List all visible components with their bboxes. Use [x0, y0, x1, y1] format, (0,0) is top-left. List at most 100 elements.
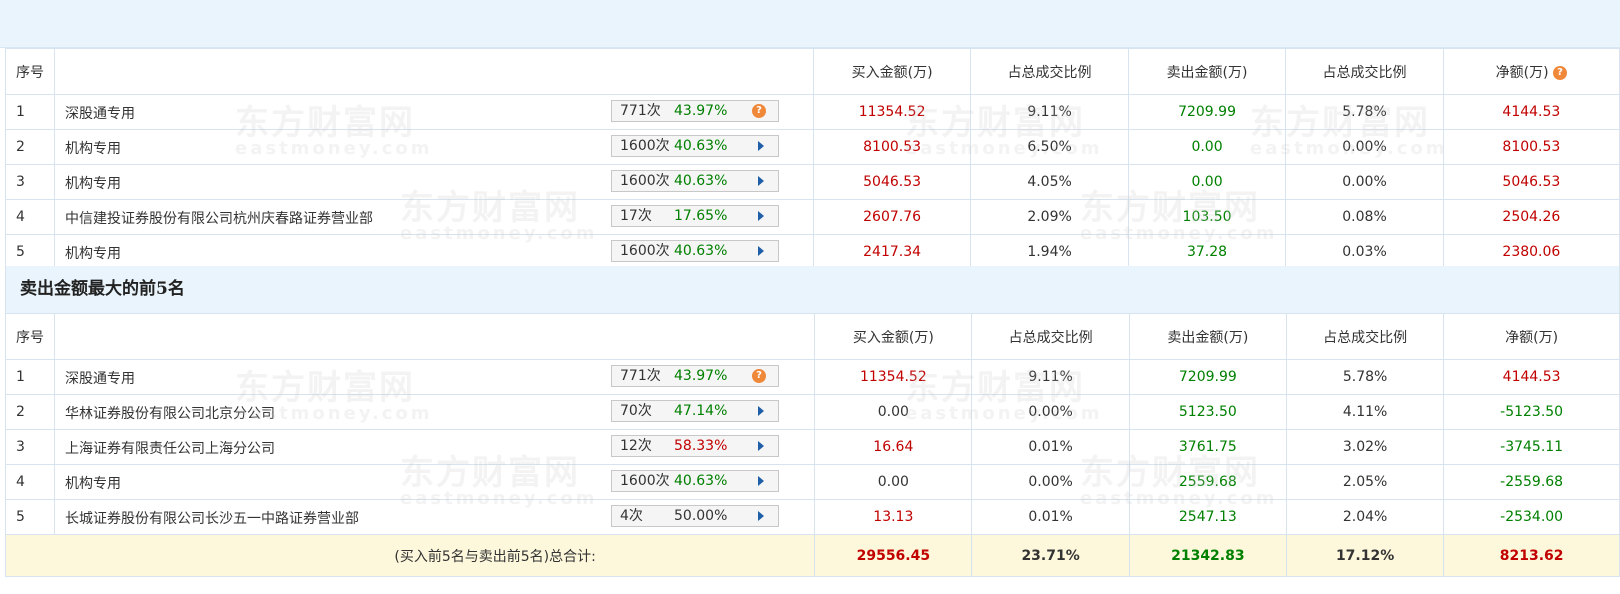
- seat-name-link[interactable]: 上海证券有限责任公司上海分公司: [65, 438, 275, 458]
- table-row: 5 机构专用 1600次 40.63% 2417.34 1.94% 37.28 0.03% 23…: [5, 234, 1620, 270]
- net-help-icon[interactable]: ?: [1553, 65, 1568, 80]
- total-sell-ratio: 17.12%: [1285, 534, 1445, 577]
- seat-win-rate: 40.63%: [674, 243, 728, 259]
- seat-name-link[interactable]: 机构专用: [65, 243, 121, 263]
- sell-amount: 5123.50: [1128, 394, 1287, 430]
- play-arrow-icon[interactable]: [758, 141, 764, 151]
- buy-ratio: 9.11%: [970, 94, 1129, 130]
- buy-amount: 2607.76: [812, 199, 972, 235]
- table-row: 2 机构专用 1600次 40.63% 8100.53 6.50% 0.00 0.00% 810…: [5, 129, 1620, 165]
- play-arrow-icon[interactable]: [758, 246, 764, 256]
- seat-stats-box[interactable]: 771次 43.97%?: [611, 100, 779, 122]
- sell-rows: 1 深股通专用 771次 43.97%? 11354.52 9.11% 7209.99 5.7…: [5, 359, 1620, 535]
- row-index: 5: [5, 234, 55, 270]
- row-index: 5: [5, 499, 55, 535]
- help-icon[interactable]: ?: [752, 104, 766, 118]
- header-buy-ratio: 占总成交比例: [970, 48, 1129, 95]
- seat-stats-box[interactable]: 1600次 40.63%: [611, 135, 779, 157]
- buy-amount: 8100.53: [812, 129, 972, 165]
- sell-top5-table: 序号 买入金额(万) 占总成交比例 卖出金额(万) 占总成交比例 净额(万) 1…: [4, 313, 1620, 577]
- header-idx: 序号: [5, 48, 55, 95]
- play-arrow-icon[interactable]: [758, 211, 764, 221]
- header-net: 净额(万) ?: [1442, 48, 1620, 95]
- seat-appear-count: 70次: [620, 403, 652, 419]
- play-arrow-icon[interactable]: [758, 441, 764, 451]
- total-net: 8213.62: [1443, 534, 1620, 577]
- help-icon[interactable]: ?: [752, 369, 766, 383]
- sell-amount: 0.00: [1127, 164, 1287, 200]
- buy-amount: 16.64: [814, 429, 973, 465]
- row-index: 2: [5, 394, 55, 430]
- table-row: 3 机构专用 1600次 40.63% 5046.53 4.05% 0.00 0.00% 504…: [5, 164, 1620, 200]
- net-amount: 2504.26: [1442, 199, 1620, 235]
- net-amount: 8100.53: [1442, 129, 1620, 165]
- buy-amount: 11354.52: [814, 359, 973, 395]
- seat-appear-count: 771次: [620, 103, 661, 119]
- seat-stats-box[interactable]: 70次 47.14%: [611, 400, 779, 422]
- header-sell-amount: 卖出金额(万): [1128, 313, 1287, 360]
- seat-name-link[interactable]: 深股通专用: [65, 368, 135, 388]
- seat-appear-count: 1600次: [620, 138, 670, 154]
- header-net-label: 净额(万): [1495, 64, 1549, 81]
- net-amount: -2559.68: [1443, 464, 1620, 500]
- table-row: 4 中信建投证券股份有限公司杭州庆春路证券营业部 17次 17.65% 2607.76 2…: [5, 199, 1620, 235]
- table-row: 2 华林证券股份有限公司北京分公司 70次 47.14% 0.00 0.00% 5123.5…: [5, 394, 1620, 430]
- seat-stats-box[interactable]: 1600次 40.63%: [611, 470, 779, 492]
- seat-win-rate: 58.33%: [674, 438, 728, 454]
- seat-stats-box[interactable]: 1600次 40.63%: [611, 170, 779, 192]
- header-name: [53, 313, 816, 360]
- seat-stats-box[interactable]: 4次 50.00%: [611, 505, 779, 527]
- sell-ratio: 3.02%: [1285, 429, 1445, 465]
- buy-ratio: 1.94%: [970, 234, 1129, 270]
- table-row: 3 上海证券有限责任公司上海分公司 12次 58.33% 16.64 0.01% 3761.…: [5, 429, 1620, 465]
- play-arrow-icon[interactable]: [758, 511, 764, 521]
- buy-ratio: 9.11%: [971, 359, 1130, 395]
- seat-appear-count: 4次: [620, 508, 643, 524]
- sell-ratio: 2.05%: [1285, 464, 1445, 500]
- buy-amount: 2417.34: [812, 234, 972, 270]
- table-row: 4 机构专用 1600次 40.63% 0.00 0.00% 2559.68 2.05% -25…: [5, 464, 1620, 500]
- seat-name-link[interactable]: 华林证券股份有限公司北京分公司: [65, 403, 275, 423]
- net-amount: -3745.11: [1443, 429, 1620, 465]
- seat-name-link[interactable]: 长城证券股份有限公司长沙五一中路证券营业部: [65, 508, 359, 528]
- sell-amount: 7209.99: [1128, 359, 1287, 395]
- seat-cell: 机构专用 1600次 40.63%: [54, 234, 814, 270]
- seat-name-link[interactable]: 机构专用: [65, 173, 121, 193]
- table-header-row: 序号 买入金额(万) 占总成交比例 卖出金额(万) 占总成交比例 净额(万) ?: [5, 48, 1620, 95]
- row-index: 4: [5, 199, 55, 235]
- buy-amount: 5046.53: [812, 164, 972, 200]
- sell-ratio: 2.04%: [1285, 499, 1445, 535]
- play-arrow-icon[interactable]: [758, 406, 764, 416]
- buy-ratio: 0.00%: [971, 464, 1130, 500]
- seat-win-rate: 40.63%: [674, 473, 728, 489]
- seat-name-link[interactable]: 中信建投证券股份有限公司杭州庆春路证券营业部: [65, 208, 373, 228]
- seat-stats-box[interactable]: 1600次 40.63%: [611, 240, 779, 262]
- play-arrow-icon[interactable]: [758, 176, 764, 186]
- table-row: 1 深股通专用 771次 43.97%? 11354.52 9.11% 7209.99 5.7…: [5, 94, 1620, 130]
- seat-name-link[interactable]: 机构专用: [65, 473, 121, 493]
- seat-win-rate: 40.63%: [674, 173, 728, 189]
- seat-cell: 华林证券股份有限公司北京分公司 70次 47.14%: [53, 394, 816, 430]
- buy-top5-table: 序号 买入金额(万) 占总成交比例 卖出金额(万) 占总成交比例 净额(万) ?…: [5, 48, 1620, 270]
- row-index: 1: [5, 94, 55, 130]
- header-buy-amount: 买入金额(万): [814, 313, 973, 360]
- sell-amount: 3761.75: [1128, 429, 1287, 465]
- seat-stats-box[interactable]: 17次 17.65%: [611, 205, 779, 227]
- seat-name-link[interactable]: 机构专用: [65, 138, 121, 158]
- seat-cell: 机构专用 1600次 40.63%: [54, 129, 814, 165]
- buy-ratio: 4.05%: [970, 164, 1129, 200]
- sell-amount: 103.50: [1127, 199, 1287, 235]
- seat-stats-box[interactable]: 12次 58.33%: [611, 435, 779, 457]
- header-buy-ratio: 占总成交比例: [971, 313, 1130, 360]
- seat-stats-box[interactable]: 771次 43.97%?: [611, 365, 779, 387]
- seat-name-link[interactable]: 深股通专用: [65, 103, 135, 123]
- total-sell: 21342.83: [1128, 534, 1287, 577]
- net-amount: -2534.00: [1443, 499, 1620, 535]
- seat-appear-count: 1600次: [620, 173, 670, 189]
- header-sell-amount: 卖出金额(万): [1127, 48, 1287, 95]
- total-label: (买入前5名与卖出前5名)总合计:: [4, 534, 816, 577]
- buy-ratio: 0.01%: [971, 499, 1130, 535]
- seat-cell: 上海证券有限责任公司上海分公司 12次 58.33%: [53, 429, 816, 465]
- buy-amount: 0.00: [814, 394, 973, 430]
- play-arrow-icon[interactable]: [758, 476, 764, 486]
